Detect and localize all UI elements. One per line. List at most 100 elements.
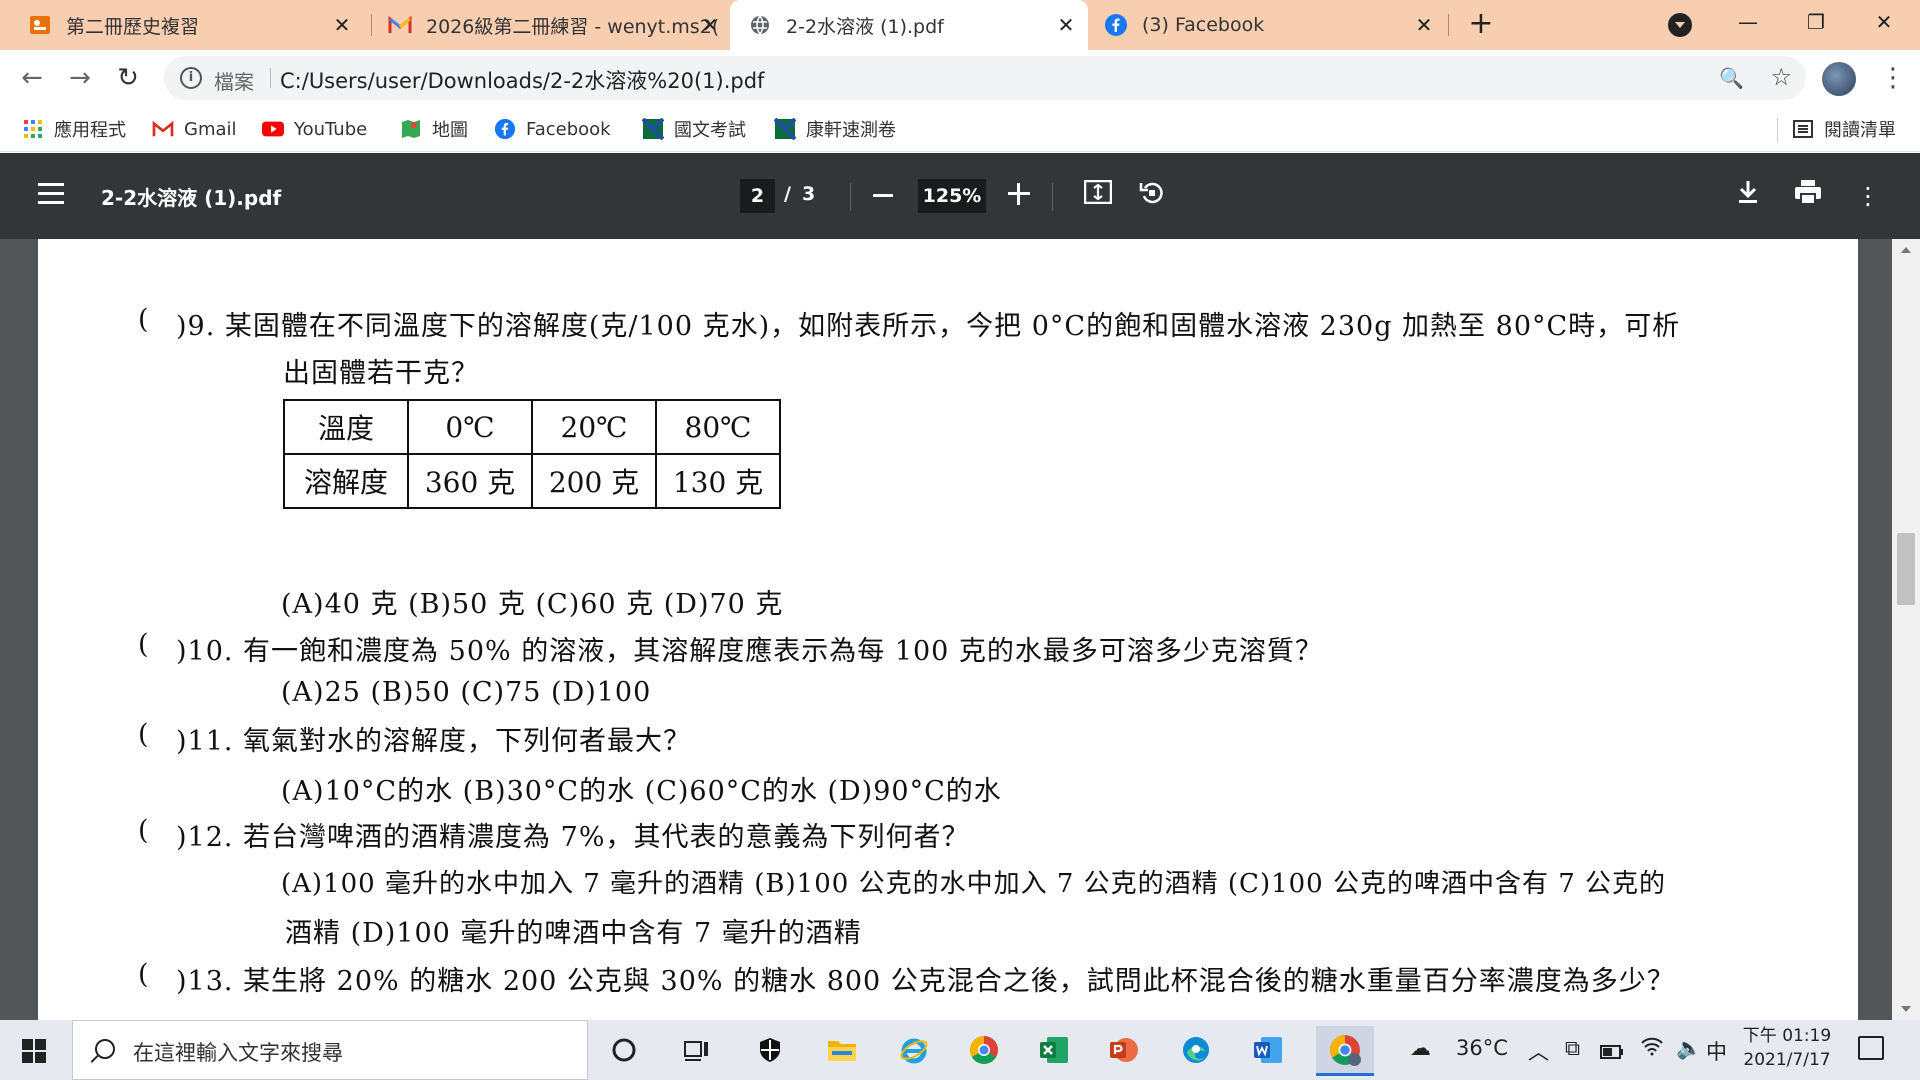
youtube-icon (262, 118, 284, 140)
powerpoint-icon[interactable] (1104, 1030, 1144, 1070)
apps-grid-icon (22, 118, 44, 140)
windows-start-icon[interactable] (22, 1039, 46, 1063)
table-cell: 130 克 (655, 453, 781, 509)
bookmark-chinese-exam[interactable]: 國文考試 (642, 116, 746, 142)
close-tab-icon[interactable]: ✕ (330, 13, 354, 37)
tray-chevron-icon[interactable]: ︿ (1528, 1036, 1549, 1066)
rotate-icon[interactable] (1136, 179, 1168, 213)
bookmark-label: YouTube (294, 118, 368, 140)
more-actions-icon[interactable]: ⋮ (1852, 179, 1884, 213)
reading-list-label: 閱讀清單 (1824, 120, 1896, 141)
bookmark-label: Facebook (526, 118, 611, 140)
taskbar-search[interactable]: 在這裡輸入文字來搜尋 (72, 1020, 588, 1080)
close-tab-icon[interactable]: ✕ (698, 13, 722, 37)
pdf-viewer: ( )9. 某固體在不同溫度下的溶解度(克/100 克水)，如附表所示，今把 0… (0, 239, 1920, 1020)
tab-separator (1448, 14, 1449, 36)
new-tab-button[interactable]: + (1466, 9, 1496, 40)
q9-options: (A)40 克 (B)50 克 (C)60 克 (D)70 克 (281, 589, 784, 620)
zoom-icon[interactable]: 🔍 (1719, 66, 1744, 90)
reading-list-button[interactable]: 閱讀清單 (1792, 116, 1896, 142)
globe-icon (748, 13, 772, 37)
tab-search-icon[interactable] (1668, 13, 1692, 37)
address-bar[interactable]: i 檔案 C:/Users/user/Downloads/2-2水溶液%20(1… (164, 56, 1806, 100)
bookmark-youtube[interactable]: YouTube (262, 116, 367, 142)
edge-icon[interactable] (1176, 1030, 1216, 1070)
minimize-button[interactable]: — (1718, 0, 1778, 44)
close-tab-icon[interactable]: ✕ (1054, 13, 1078, 37)
scroll-up-icon[interactable] (1901, 247, 1911, 253)
gmail-icon (388, 13, 412, 37)
q10-text: )10. 有一飽和濃度為 50% 的溶液，其溶解度應表示為每 100 克的水最多… (176, 636, 1323, 667)
tab-gmail-practice[interactable]: 2026級第二冊練習 - wenyt.ms2( ✕ (376, 0, 732, 50)
q10-options: (A)25 (B)50 (C)75 (D)100 (281, 677, 652, 708)
weather-icon[interactable]: ☁ (1410, 1036, 1431, 1060)
table-cell: 0℃ (407, 399, 533, 455)
ime-indicator[interactable]: 中 (1706, 1036, 1727, 1066)
reload-button[interactable]: ↻ (112, 62, 144, 94)
tab-pdf-active[interactable]: 2-2水溶液 (1).pdf ✕ (730, 0, 1088, 50)
page-total: 3 (802, 183, 816, 205)
task-view-icon[interactable] (676, 1030, 716, 1070)
zoom-level-input[interactable]: 125% (918, 179, 986, 213)
tab-history-review[interactable]: 第二冊歷史複習 ✕ (0, 0, 364, 50)
reading-list-icon (1792, 118, 1814, 140)
volume-icon[interactable]: 🔈 (1676, 1036, 1702, 1061)
print-icon[interactable] (1792, 179, 1824, 213)
fit-page-icon[interactable] (1082, 179, 1114, 213)
scrollbar[interactable] (1892, 239, 1920, 1020)
pdf-toolbar: 2-2水溶液 (1).pdf 2 / 3 125% ⋮ (0, 153, 1920, 239)
q9-text-cont: 出固體若干克？ (283, 358, 479, 389)
bookmark-apps[interactable]: 應用程式 (22, 116, 126, 142)
facebook-icon (1104, 13, 1128, 37)
chrome-icon[interactable] (964, 1030, 1004, 1070)
battery-icon[interactable] (1600, 1040, 1624, 1064)
pdf-menu-icon[interactable] (38, 183, 64, 205)
network-device-icon[interactable]: ⧉ (1565, 1036, 1580, 1061)
internet-explorer-icon[interactable] (894, 1030, 934, 1070)
tab-title: 2026級第二冊練習 - wenyt.ms2( (426, 15, 720, 38)
taskbar-clock[interactable]: 下午 01:19 2021/7/17 (1742, 1024, 1832, 1072)
scroll-thumb[interactable] (1897, 533, 1915, 605)
search-icon (95, 1039, 115, 1059)
site-info-icon[interactable]: i (180, 67, 202, 89)
restore-button[interactable]: ❐ (1786, 0, 1846, 44)
url-text[interactable]: C:/Users/user/Downloads/2-2水溶液%20(1).pdf (280, 65, 764, 95)
page-number-input[interactable]: 2 (740, 179, 775, 213)
back-button[interactable]: ← (16, 62, 48, 94)
forward-button[interactable]: → (64, 62, 96, 94)
browser-menu-icon[interactable]: ⋮ (1880, 60, 1906, 96)
q12-options-cont: 酒精 (D)100 毫升的啤酒中含有 7 毫升的酒精 (285, 918, 862, 949)
bookmark-label: 應用程式 (54, 120, 126, 141)
excel-icon[interactable] (1034, 1030, 1074, 1070)
zoom-out-icon[interactable] (873, 194, 893, 197)
close-tab-icon[interactable]: ✕ (1412, 13, 1436, 37)
bookmark-kanghsuan-quiz[interactable]: 康軒速測卷 (774, 116, 896, 142)
cortana-icon[interactable] (604, 1030, 644, 1070)
facebook-icon (494, 118, 516, 140)
zoom-in-icon[interactable] (1008, 183, 1030, 205)
bookmarks-bar: 應用程式 Gmail YouTube 地圖 Facebook 國文考試 康軒速測… (0, 106, 1920, 152)
close-window-button[interactable]: ✕ (1854, 0, 1914, 44)
wifi-icon[interactable] (1640, 1036, 1664, 1061)
table-cell: 溫度 (283, 399, 409, 455)
word-icon[interactable] (1248, 1030, 1288, 1070)
bookmarks-divider (1777, 118, 1778, 142)
bookmark-gmail[interactable]: Gmail (152, 116, 237, 142)
scroll-down-icon[interactable] (1901, 1006, 1911, 1012)
chrome-running-icon[interactable] (1316, 1026, 1374, 1076)
weather-temp[interactable]: 36°C (1456, 1036, 1508, 1060)
q11-options: (A)10°C的水 (B)30°C的水 (C)60°C的水 (D)90°C的水 (281, 776, 1002, 807)
bookmark-star-icon[interactable]: ☆ (1770, 63, 1792, 91)
bookmark-facebook[interactable]: Facebook (494, 116, 611, 142)
q12-text: )12. 若台灣啤酒的酒精濃度為 7%，其代表的意義為下列何者？ (176, 822, 970, 853)
file-explorer-icon[interactable] (822, 1030, 862, 1070)
notification-icon[interactable] (1858, 1036, 1884, 1060)
download-icon[interactable] (1732, 179, 1764, 213)
answer-paren: ( (138, 959, 149, 990)
table-cell: 溶解度 (283, 453, 409, 509)
security-shield-icon[interactable] (750, 1030, 790, 1070)
bookmark-maps[interactable]: 地圖 (400, 116, 468, 142)
tab-facebook[interactable]: (3) Facebook ✕ (1090, 0, 1446, 50)
tab-strip: 第二冊歷史複習 ✕ 2026級第二冊練習 - wenyt.ms2( ✕ 2-2水… (0, 0, 1920, 50)
profile-avatar[interactable] (1822, 62, 1856, 96)
